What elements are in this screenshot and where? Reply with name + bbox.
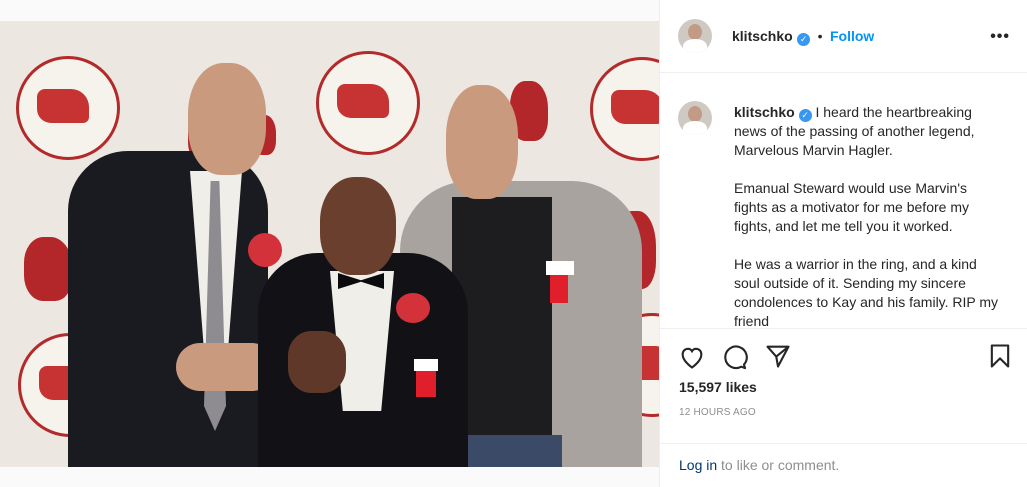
- post-actions: 15,597 likes 12 HOURS AGO Log in to like…: [660, 328, 1027, 487]
- jeans: [462, 435, 562, 467]
- caption-username[interactable]: klitschko: [734, 104, 795, 120]
- comment-icon[interactable]: [720, 343, 748, 371]
- post-sidebar: klitschko ✓ • Follow ••• klitschko ✓ I h…: [659, 0, 1027, 487]
- person-middle-head: [320, 177, 396, 275]
- name-badge: [546, 261, 574, 275]
- name-badge: [414, 359, 438, 371]
- share-icon[interactable]: [764, 342, 792, 370]
- verified-badge-icon: ✓: [797, 33, 811, 46]
- person-right-head: [446, 85, 518, 199]
- username-link[interactable]: klitschko: [732, 28, 793, 44]
- bookmark-icon[interactable]: [986, 342, 1014, 370]
- caption-text: klitschko ✓ I heard the heartbreaking ne…: [734, 103, 1004, 327]
- avatar[interactable]: [678, 19, 712, 53]
- person-left-head: [188, 63, 266, 175]
- boutonniere: [248, 233, 282, 267]
- follow-button[interactable]: Follow: [830, 28, 874, 44]
- caption-paragraph-2: Emanual Steward would use Marvin's fight…: [734, 180, 969, 234]
- boxing-glove: [24, 237, 72, 301]
- separator-dot: •: [817, 28, 823, 44]
- caption-paragraph-3: He was a warrior in the ring, and a kind…: [734, 256, 999, 327]
- login-suffix: to like or comment.: [717, 457, 840, 473]
- more-options-icon[interactable]: •••: [990, 28, 1010, 46]
- fist: [288, 331, 346, 393]
- login-prompt: Log in to like or comment.: [660, 443, 1027, 487]
- likes-count[interactable]: 15,597 likes: [679, 379, 757, 395]
- hall-of-fame-logo: [316, 51, 420, 155]
- post-timestamp[interactable]: 12 HOURS AGO: [679, 407, 756, 418]
- verified-badge-icon: ✓: [798, 109, 812, 122]
- post-header: klitschko ✓ • Follow •••: [660, 0, 1027, 73]
- heart-icon[interactable]: [678, 343, 706, 371]
- caption-area: klitschko ✓ I heard the heartbreaking ne…: [660, 86, 1027, 327]
- hall-of-fame-logo: [16, 56, 120, 160]
- post-photo[interactable]: [0, 21, 659, 467]
- boutonniere: [396, 293, 430, 323]
- caption-avatar[interactable]: [678, 101, 712, 135]
- login-link[interactable]: Log in: [679, 457, 717, 473]
